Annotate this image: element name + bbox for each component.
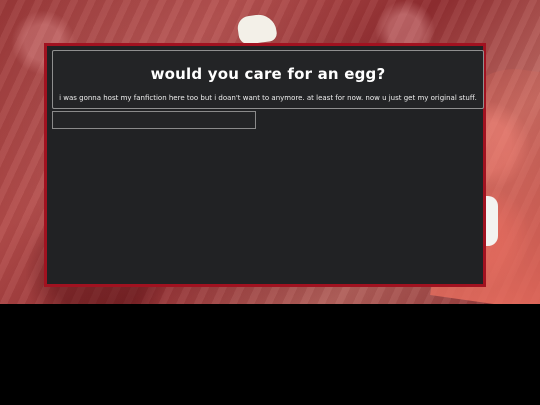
- main-content-panel: would you care for an egg? i was gonna h…: [44, 43, 486, 287]
- white-background-shape-right: [485, 196, 498, 246]
- page-title: would you care for an egg?: [150, 65, 386, 83]
- empty-input-box[interactable]: [52, 111, 256, 129]
- page-description: i was gonna host my fanfiction here too …: [59, 94, 477, 102]
- header-card: would you care for an egg? i was gonna h…: [52, 50, 484, 109]
- page-viewport: would you care for an egg? i was gonna h…: [0, 0, 540, 405]
